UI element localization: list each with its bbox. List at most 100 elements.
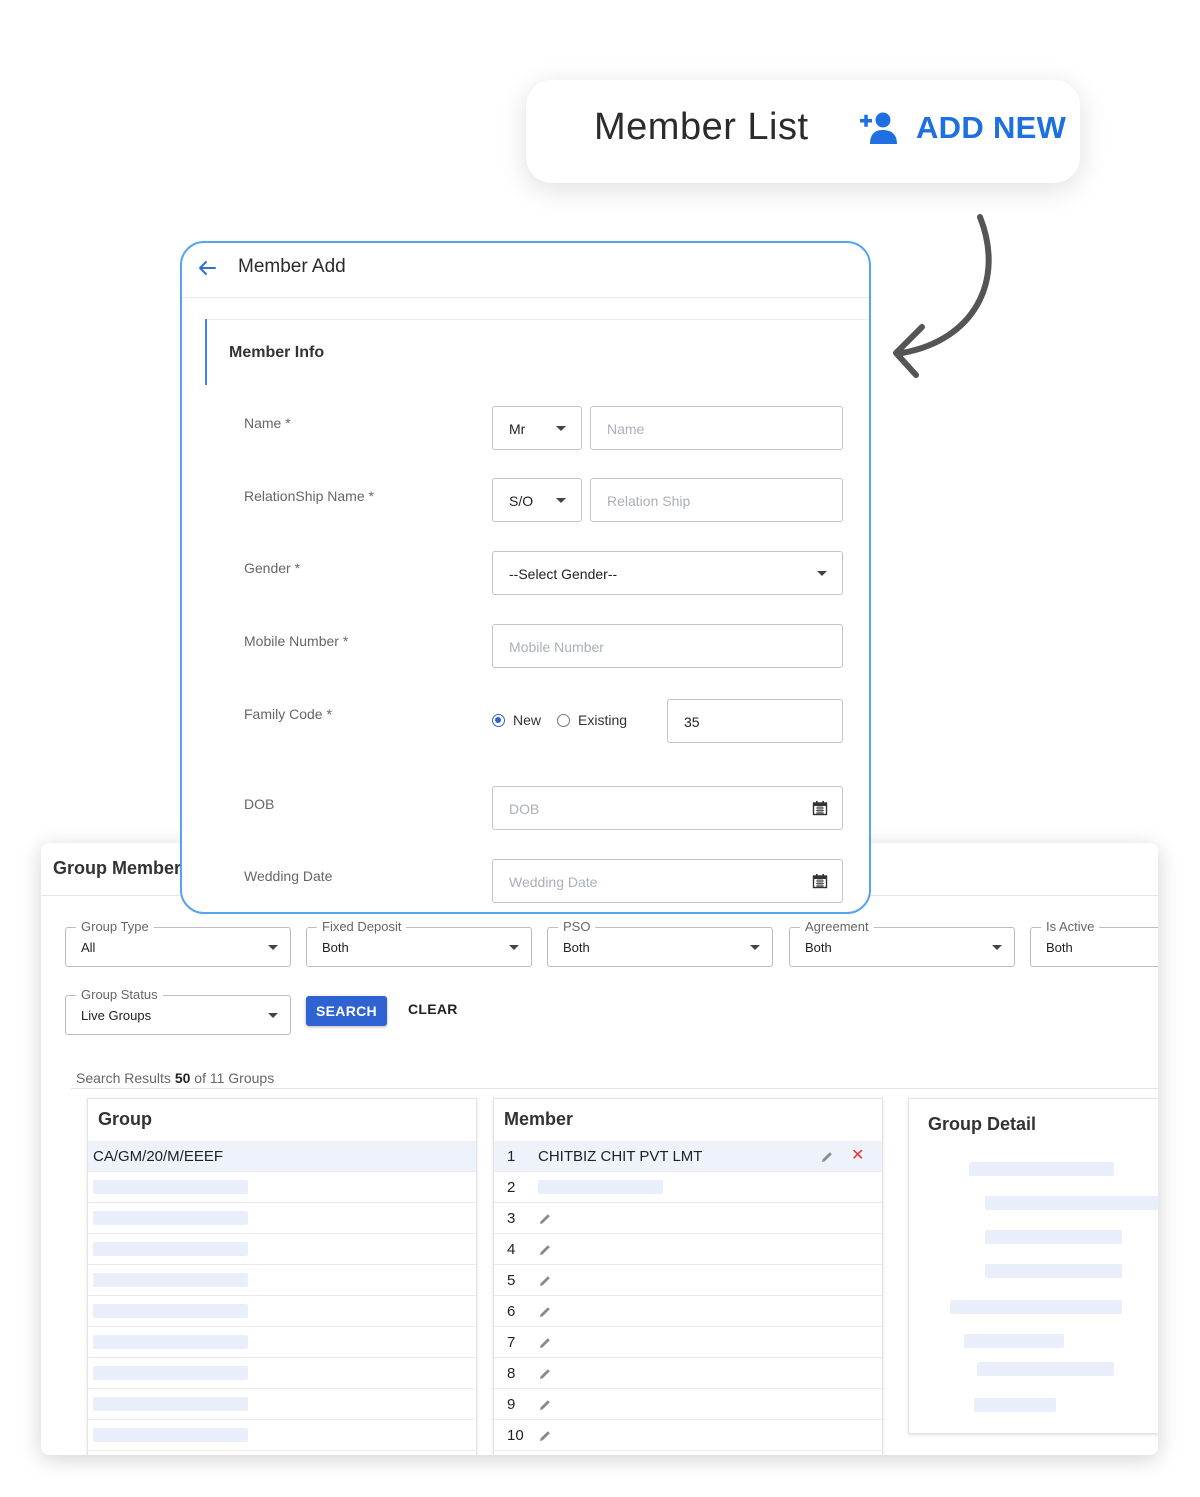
group-status-label: Group Status bbox=[76, 987, 163, 1002]
chevron-down-icon bbox=[556, 498, 566, 503]
dob-placeholder: DOB bbox=[509, 801, 540, 817]
chevron-down-icon bbox=[817, 571, 827, 576]
member-number: 3 bbox=[507, 1210, 516, 1227]
agreement-value: Both bbox=[805, 940, 832, 955]
name-label: Name * bbox=[244, 415, 291, 431]
placeholder-bar bbox=[985, 1230, 1122, 1244]
pso-select[interactable]: PSO Both bbox=[547, 919, 773, 967]
member-number: 8 bbox=[507, 1365, 516, 1382]
member-row[interactable]: 5 bbox=[494, 1265, 882, 1296]
member-row[interactable]: 1 CHITBIZ CHIT PVT LMT ✕ bbox=[494, 1141, 882, 1172]
group-row-selected[interactable]: CA/GM/20/M/EEEF bbox=[88, 1141, 476, 1172]
placeholder-bar bbox=[93, 1180, 248, 1194]
edit-icon[interactable] bbox=[538, 1336, 552, 1350]
agreement-select[interactable]: Agreement Both bbox=[789, 919, 1015, 967]
dob-label: DOB bbox=[244, 796, 275, 812]
group-row[interactable] bbox=[88, 1389, 476, 1420]
edit-icon[interactable] bbox=[538, 1274, 552, 1288]
back-arrow-icon[interactable] bbox=[196, 257, 218, 279]
search-button[interactable]: SEARCH bbox=[306, 996, 387, 1026]
person-add-icon bbox=[860, 112, 897, 144]
relation-select[interactable]: S/O bbox=[492, 478, 582, 522]
dob-input[interactable]: DOB bbox=[492, 786, 843, 830]
title-select[interactable]: Mr bbox=[492, 406, 582, 450]
group-type-select[interactable]: Group Type All bbox=[65, 919, 291, 967]
group-list: Group CA/GM/20/M/EEEF bbox=[87, 1098, 477, 1455]
member-row[interactable]: 7 bbox=[494, 1327, 882, 1358]
is-active-label: Is Active bbox=[1041, 919, 1100, 934]
member-number: 10 bbox=[507, 1427, 524, 1444]
group-row[interactable] bbox=[88, 1420, 476, 1451]
group-detail-title: Group Detail bbox=[928, 1114, 1037, 1134]
placeholder-bar bbox=[974, 1398, 1056, 1412]
placeholder-bar bbox=[964, 1334, 1064, 1348]
placeholder-bar bbox=[93, 1428, 248, 1442]
edit-icon[interactable] bbox=[538, 1398, 552, 1412]
gender-select[interactable]: --Select Gender-- bbox=[492, 551, 843, 595]
group-member-title: Group Member bbox=[53, 858, 182, 878]
relationship-input[interactable]: Relation Ship bbox=[590, 478, 843, 522]
add-new-button[interactable]: ADD NEW bbox=[860, 110, 1066, 146]
group-row[interactable] bbox=[88, 1296, 476, 1327]
member-number: 2 bbox=[507, 1179, 516, 1196]
placeholder-bar bbox=[93, 1335, 248, 1349]
edit-icon[interactable] bbox=[538, 1243, 552, 1257]
clear-button[interactable]: CLEAR bbox=[408, 1001, 458, 1017]
member-number: 6 bbox=[507, 1303, 516, 1320]
member-row[interactable]: 10 bbox=[494, 1420, 882, 1451]
results-prefix: Search Results bbox=[76, 1070, 171, 1086]
group-row[interactable] bbox=[88, 1234, 476, 1265]
placeholder-bar bbox=[950, 1300, 1122, 1314]
name-input[interactable]: Name bbox=[590, 406, 843, 450]
group-row[interactable] bbox=[88, 1327, 476, 1358]
member-row[interactable]: 2 bbox=[494, 1172, 882, 1203]
member-row[interactable]: 3 bbox=[494, 1203, 882, 1234]
relationship-placeholder: Relation Ship bbox=[607, 493, 691, 509]
placeholder-bar bbox=[93, 1397, 248, 1411]
wedding-date-input[interactable]: Wedding Date bbox=[492, 859, 843, 903]
relation-value: S/O bbox=[509, 493, 534, 509]
member-name: CHITBIZ CHIT PVT LMT bbox=[538, 1148, 703, 1165]
title-value: Mr bbox=[509, 421, 526, 437]
family-code-existing-radio[interactable]: Existing bbox=[557, 712, 627, 728]
placeholder-bar bbox=[93, 1211, 248, 1225]
divider bbox=[207, 319, 869, 320]
edit-icon[interactable] bbox=[538, 1305, 552, 1319]
mobile-input[interactable]: Mobile Number bbox=[492, 624, 843, 668]
group-status-value: Live Groups bbox=[81, 1008, 152, 1023]
group-row[interactable] bbox=[88, 1172, 476, 1203]
edit-icon[interactable] bbox=[538, 1429, 552, 1443]
member-column-header: Member bbox=[504, 1109, 574, 1129]
group-row[interactable] bbox=[88, 1265, 476, 1296]
member-row[interactable]: 9 bbox=[494, 1389, 882, 1420]
delete-icon[interactable]: ✕ bbox=[851, 1145, 864, 1165]
edit-icon[interactable] bbox=[538, 1367, 552, 1381]
placeholder-bar bbox=[977, 1362, 1114, 1376]
member-row[interactable]: 4 bbox=[494, 1234, 882, 1265]
member-row[interactable]: 6 bbox=[494, 1296, 882, 1327]
calendar-icon[interactable] bbox=[812, 800, 828, 816]
edit-icon[interactable] bbox=[538, 1212, 552, 1226]
family-code-new-radio[interactable]: New bbox=[492, 712, 541, 728]
group-status-select[interactable]: Group Status Live Groups bbox=[65, 987, 291, 1035]
gender-value: --Select Gender-- bbox=[509, 566, 618, 582]
placeholder-bar bbox=[969, 1162, 1114, 1176]
placeholder-bar bbox=[93, 1304, 248, 1318]
edit-icon[interactable] bbox=[820, 1150, 834, 1164]
group-row[interactable] bbox=[88, 1203, 476, 1234]
member-number: 7 bbox=[507, 1334, 516, 1351]
placeholder-bar bbox=[93, 1273, 248, 1287]
fixed-deposit-select[interactable]: Fixed Deposit Both bbox=[306, 919, 532, 967]
group-type-label: Group Type bbox=[76, 919, 154, 934]
member-add-title: Member Add bbox=[238, 256, 346, 277]
chevron-down-icon bbox=[509, 945, 519, 950]
family-code-input[interactable]: 35 bbox=[667, 699, 843, 743]
calendar-icon[interactable] bbox=[812, 873, 828, 889]
results-count: 50 bbox=[174, 1070, 191, 1086]
member-number: 9 bbox=[507, 1396, 516, 1413]
group-row[interactable] bbox=[88, 1358, 476, 1389]
relationship-label: RelationShip Name * bbox=[244, 488, 374, 504]
wedding-date-label: Wedding Date bbox=[244, 868, 333, 884]
is-active-select[interactable]: Is Active Both bbox=[1030, 919, 1158, 967]
member-row[interactable]: 8 bbox=[494, 1358, 882, 1389]
